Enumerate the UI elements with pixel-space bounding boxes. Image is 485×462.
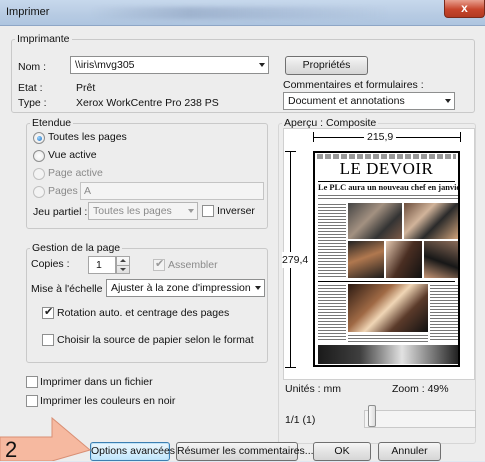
cancel-button[interactable]: Annuler [378,442,441,461]
page-slider-track[interactable] [364,410,476,428]
pages-radio[interactable] [33,186,45,198]
printer-name-value: \\iris\mvg305 [75,59,135,71]
auto-rotate-checkbox[interactable] [42,305,54,319]
comments-forms-value: Document et annotations [288,95,405,107]
comments-forms-select[interactable]: Document et annotations [283,92,455,110]
range-group-label: Etendue [32,117,72,129]
window-title: Imprimer [6,6,50,18]
height-dimension-tick-top [285,151,296,152]
paper-source-checkbox[interactable] [42,334,54,346]
text-column [430,284,458,342]
print-dialog: Imprimer x Imprimante Nom : \\iris\mvg30… [0,0,485,461]
ok-button[interactable]: OK [313,442,371,461]
close-button[interactable]: x [444,0,485,18]
news-photo [348,203,402,239]
copies-stepper[interactable] [116,256,130,274]
width-dimension-tick-left [313,132,314,142]
masthead-rule [318,181,455,182]
chevron-down-icon [259,63,265,67]
news-photo [348,241,384,278]
advertisement-banner [318,345,458,364]
news-photo [424,241,458,278]
chevron-down-icon [255,286,261,290]
page-handling-group-label: Gestion de la page [32,242,121,254]
subset-label: Jeu partiel : [33,206,88,218]
current-view-radio[interactable] [33,150,45,162]
text-column [318,194,458,200]
printer-name-select[interactable]: \\iris\mvg305 [70,56,269,74]
advanced-options-button[interactable]: Options avancées [90,442,175,461]
copies-input[interactable]: 1 [88,256,116,274]
pages-label[interactable]: Pages [48,185,78,197]
height-dimension-value: 279,4 [282,252,309,268]
all-pages-radio[interactable] [33,132,45,144]
subset-select[interactable]: Toutes les pages [88,202,198,220]
chevron-down-icon [188,209,194,213]
reverse-label[interactable]: Inverser [217,205,255,217]
text-column [348,334,428,342]
units-label: Unités : mm [285,383,342,395]
news-photo [348,284,428,332]
title-bar: Imprimer x [0,0,485,26]
page-counter: 1/1 (1) [285,414,316,426]
current-view-label[interactable]: Vue active [48,149,97,161]
pages-input[interactable]: A [80,182,264,200]
auto-rotate-label[interactable]: Rotation auto. et centrage des pages [57,307,229,319]
copies-label: Copies : [31,258,70,270]
page-thumbnail: LE DEVOIR Le PLC aura un nouveau chef en… [313,151,460,367]
title-blurred-area [90,7,390,19]
all-pages-label[interactable]: Toutes les pages [48,131,127,143]
reverse-checkbox[interactable] [202,205,214,217]
printer-type-label: Type : [18,97,47,109]
collate-checkbox[interactable] [153,257,165,271]
properties-button[interactable]: Propriétés [285,56,368,75]
summarize-comments-button[interactable]: Résumer les commentaires... [176,442,314,461]
print-to-file-label[interactable]: Imprimer dans un fichier [40,376,153,388]
section-rule [318,281,455,282]
printer-status-label: Etat : [18,82,43,94]
page-slider-thumb[interactable] [368,405,376,427]
text-column [318,203,346,278]
print-grayscale-checkbox[interactable] [26,395,38,407]
current-page-radio[interactable] [33,168,45,180]
newspaper-headline: Le PLC aura un nouveau chef en janvier [318,183,460,192]
step-number: 2 [5,437,18,462]
printer-group-label: Imprimante [17,33,70,45]
current-page-label[interactable]: Page active [48,167,103,179]
print-grayscale-label[interactable]: Imprimer les couleurs en noir [40,395,175,407]
subset-value: Toutes les pages [93,205,172,217]
comments-forms-label: Commentaires et formulaires : [283,79,424,91]
text-column [318,284,346,342]
news-photo [386,241,422,278]
printer-status-value: Prêt [76,82,96,94]
paper-source-label[interactable]: Choisir la source de papier selon le for… [57,334,254,346]
printer-name-label: Nom : [18,61,47,73]
chevron-down-icon [445,99,451,103]
scaling-label: Mise à l'échelle : [31,283,109,295]
zoom-label: Zoom : 49% [392,383,449,395]
print-to-file-checkbox[interactable] [26,376,38,388]
width-dimension-value: 215,9 [364,131,397,143]
newspaper-masthead: LE DEVOIR [339,159,434,178]
stepper-divider [117,265,129,266]
collate-label[interactable]: Assembler [168,259,218,271]
printer-type-value: Xerox WorkCentre Pro 238 PS [76,97,219,109]
height-dimension-tick-bottom [285,367,296,368]
news-photo [404,203,458,239]
width-dimension-tick-right [460,132,461,142]
scaling-select[interactable]: Ajuster à la zone d'impression [106,279,265,297]
scaling-value: Ajuster à la zone d'impression [111,282,251,294]
